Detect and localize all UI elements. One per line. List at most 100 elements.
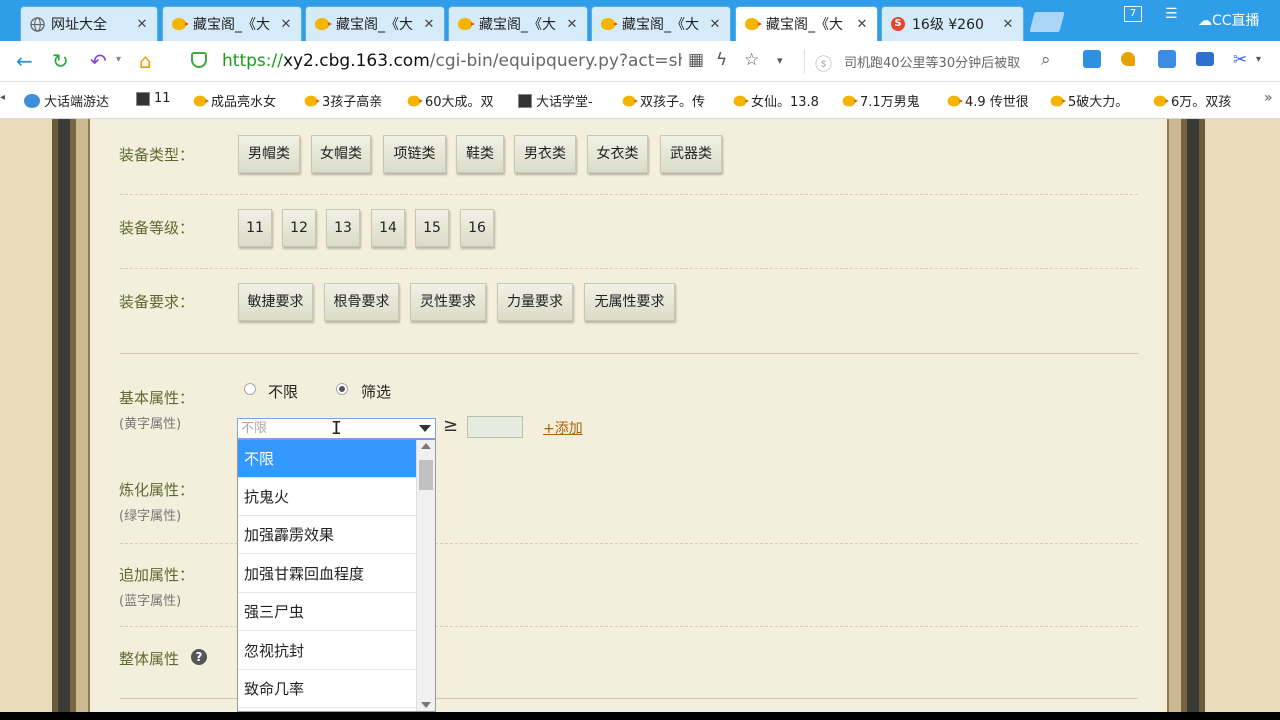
bookmark-item[interactable]: 3孩子高亲: [304, 91, 382, 110]
window-badge[interactable]: 7: [1124, 6, 1142, 22]
sohu-icon: ⓢ: [815, 55, 832, 75]
equip-level-button[interactable]: 14: [371, 209, 405, 247]
equip-level-button[interactable]: 13: [326, 209, 360, 247]
bookmark-item[interactable]: 双孩子。传: [622, 91, 705, 110]
dropdown-scrollbar[interactable]: [416, 440, 435, 711]
close-icon[interactable]: ✕: [708, 17, 722, 32]
tab-site-directory[interactable]: 网址大全 ✕: [20, 6, 158, 41]
equip-level-button[interactable]: 15: [415, 209, 449, 247]
translate-icon[interactable]: [1158, 50, 1176, 68]
tab-cbg-active[interactable]: 藏宝阁_《大 ✕: [735, 6, 878, 41]
close-icon[interactable]: ✕: [565, 17, 579, 32]
new-tab-button[interactable]: [1029, 12, 1065, 32]
sync-icon[interactable]: [1083, 50, 1101, 68]
tab-cbg-3[interactable]: 藏宝阁_《大 ✕: [448, 6, 588, 41]
equip-type-button[interactable]: 男衣类: [514, 135, 576, 173]
close-icon[interactable]: ✕: [422, 17, 436, 32]
scroll-down-icon[interactable]: [421, 702, 431, 708]
news-ticker[interactable]: 司机跑40公里等30分钟后被取: [844, 52, 1034, 71]
back-icon[interactable]: ←: [16, 49, 33, 73]
dropdown-option[interactable]: 忽视抗封: [238, 632, 417, 670]
star-icon[interactable]: ☆: [744, 50, 759, 70]
bookmark-label: 5破大力。: [1068, 95, 1129, 110]
bookmark-item[interactable]: 5破大力。: [1050, 91, 1128, 110]
help-icon[interactable]: ?: [191, 649, 207, 665]
close-icon[interactable]: ✕: [135, 17, 149, 32]
bookmark-label: 大话端游达: [44, 95, 110, 110]
bookmark-item[interactable]: 7.1万男鬼: [842, 91, 920, 110]
equip-type-button[interactable]: 项链类: [383, 135, 446, 173]
undo-icon[interactable]: ↶: [90, 49, 107, 73]
scissors-icon[interactable]: ✂: [1233, 50, 1247, 70]
bookmark-item[interactable]: 11: [136, 91, 171, 106]
chevron-down-icon[interactable]: [419, 425, 431, 432]
add-attribute-link[interactable]: +添加: [543, 418, 583, 438]
equip-requirement-button[interactable]: 敏捷要求: [238, 283, 313, 321]
search-icon[interactable]: ⌕: [1041, 50, 1051, 70]
menu-icon[interactable]: ☰: [1165, 6, 1178, 22]
tab-cbg-1[interactable]: 藏宝阁_《大 ✕: [162, 6, 302, 41]
equip-level-button[interactable]: 12: [282, 209, 316, 247]
refresh-icon[interactable]: ↻: [52, 49, 69, 73]
bookmark-item[interactable]: 大话端游达: [24, 91, 109, 110]
bookmark-item[interactable]: 60大成。双: [407, 91, 494, 110]
scroll-up-icon[interactable]: [421, 443, 431, 449]
dropdown-option[interactable]: 加强甘霖回血程度: [238, 555, 417, 593]
divider: [804, 49, 805, 73]
close-icon[interactable]: ✕: [1001, 17, 1015, 32]
bookmark-label: 7.1万男鬼: [860, 95, 920, 110]
equip-requirement-button[interactable]: 根骨要求: [324, 283, 399, 321]
bookmark-label: 双孩子。传: [640, 95, 706, 110]
radio-filter[interactable]: [336, 383, 348, 395]
url-field[interactable]: https://xy2.cbg.163.com/cgi-bin/equipque…: [222, 51, 682, 71]
radio-unlimited[interactable]: [244, 383, 256, 395]
tab-cbg-4[interactable]: 藏宝阁_《大 ✕: [591, 6, 731, 41]
qrcode-icon[interactable]: ▦: [688, 50, 704, 70]
bookmarks-more-icon[interactable]: »: [1264, 90, 1273, 106]
bookmark-item[interactable]: 成品亮水女: [193, 91, 276, 110]
close-icon[interactable]: ✕: [855, 17, 869, 32]
equip-requirement-button[interactable]: 力量要求: [497, 283, 573, 321]
bookmark-item[interactable]: 4.9 传世很: [947, 91, 1029, 110]
bookmark-item[interactable]: 6万。双孩: [1153, 91, 1231, 110]
dropdown-option[interactable]: 加强霹雳效果: [238, 516, 417, 554]
tab-cbg-2[interactable]: 藏宝阁_《大 ✕: [305, 6, 445, 41]
url-path: /cgi-bin/equipquery.py?act=show_: [429, 51, 682, 71]
equip-type-button[interactable]: 女衣类: [587, 135, 648, 173]
chick-icon: [171, 16, 189, 32]
equip-type-button[interactable]: 女帽类: [311, 135, 371, 173]
radio-filter-label[interactable]: 筛选: [361, 381, 391, 402]
chevron-down-icon[interactable]: ▾: [777, 54, 783, 67]
dropdown-option[interactable]: 致命几率: [238, 670, 417, 708]
text-cursor-icon: I: [331, 418, 342, 439]
bookmark-label: 11: [154, 91, 171, 106]
chick-icon: [744, 16, 762, 32]
scroll-thumb[interactable]: [419, 460, 433, 490]
dropdown-option[interactable]: 抗鬼火: [238, 478, 417, 516]
equip-requirement-button[interactable]: 无属性要求: [584, 283, 675, 321]
dropdown-option[interactable]: 不限: [238, 440, 417, 478]
close-icon[interactable]: ✕: [279, 17, 293, 32]
dropdown-option[interactable]: 强三尸虫: [238, 593, 417, 631]
chevron-down-icon[interactable]: ▾: [116, 54, 121, 65]
tab-sohu[interactable]: S 16级 ¥260 ✕: [881, 6, 1024, 41]
bookmark-item[interactable]: 女仙。13.8: [733, 91, 819, 110]
equip-type-button[interactable]: 武器类: [660, 135, 722, 173]
key-icon[interactable]: [1121, 52, 1135, 66]
home-icon[interactable]: ⌂: [139, 49, 152, 73]
equip-type-button[interactable]: 男帽类: [238, 135, 300, 173]
brand-label[interactable]: ☁CC直播: [1198, 10, 1260, 30]
equip-level-button[interactable]: 11: [238, 209, 272, 247]
bookmark-label: 60大成。双: [425, 95, 494, 110]
lightning-icon[interactable]: ϟ: [716, 50, 727, 70]
chevron-down-icon[interactable]: ▾: [1256, 54, 1261, 65]
attribute-value-input[interactable]: [467, 416, 523, 438]
equip-requirement-button[interactable]: 灵性要求: [410, 283, 486, 321]
equip-type-label: 装备类型：: [119, 146, 195, 164]
radio-unlimited-label[interactable]: 不限: [268, 381, 298, 402]
equip-type-button[interactable]: 鞋类: [456, 135, 504, 173]
tablet-icon[interactable]: [1196, 52, 1214, 66]
bookmark-item[interactable]: 大话学堂-: [518, 91, 593, 110]
bookmarks-scroll-left-icon[interactable]: ◂: [0, 92, 5, 103]
equip-level-button[interactable]: 16: [460, 209, 494, 247]
